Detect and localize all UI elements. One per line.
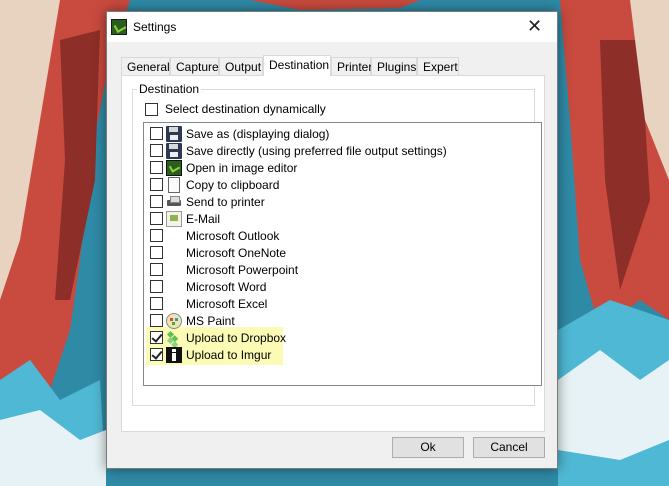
cancel-button[interactable]: Cancel <box>473 437 545 458</box>
checkbox[interactable] <box>150 297 163 310</box>
list-item-label: Send to printer <box>186 194 265 209</box>
group-legend: Destination <box>137 82 202 96</box>
checkbox-checked[interactable] <box>150 331 163 344</box>
select-destination-dynamically-checkbox[interactable] <box>145 102 158 116</box>
dropbox-icon <box>166 330 182 346</box>
destination-group: Destination Select destination dynamical… <box>132 82 542 406</box>
list-item-label: Save directly (using preferred file outp… <box>186 143 447 158</box>
clipboard-icon <box>168 176 180 193</box>
tab-expert[interactable]: Expert <box>417 57 459 75</box>
list-item-label: Microsoft Word <box>186 279 267 294</box>
tab-capture[interactable]: Capture <box>170 57 219 75</box>
checkbox[interactable] <box>150 127 163 140</box>
floppy-icon <box>166 142 182 159</box>
list-item-label: Copy to clipboard <box>186 177 280 192</box>
destination-tab-panel: Destination Select destination dynamical… <box>121 75 545 432</box>
list-item-image-editor[interactable]: Open in image editor <box>150 159 299 176</box>
select-destination-dynamically-option[interactable]: Select destination dynamically <box>145 102 326 116</box>
list-item-word[interactable]: Microsoft Word <box>150 278 268 295</box>
list-item-email[interactable]: E-Mail <box>150 210 222 227</box>
paint-icon <box>166 312 182 329</box>
checkbox[interactable] <box>150 314 163 327</box>
list-item-label: Upload to Imgur <box>186 347 272 362</box>
list-item-label: Microsoft Outlook <box>186 228 280 243</box>
checkbox[interactable] <box>150 144 163 157</box>
list-item-excel[interactable]: Microsoft Excel <box>150 295 269 312</box>
list-item-imgur[interactable]: Upload to Imgur <box>150 346 273 363</box>
list-item-label: Open in image editor <box>186 160 298 175</box>
list-item-label: Microsoft Powerpoint <box>186 262 299 277</box>
image-editor-icon <box>166 159 182 176</box>
checkbox[interactable] <box>150 161 163 174</box>
blank-icon <box>166 279 182 295</box>
list-item-label: Upload to Dropbox <box>186 330 287 345</box>
imgur-icon <box>166 346 182 363</box>
greenshot-icon <box>111 19 127 35</box>
list-item-dropbox[interactable]: Upload to Dropbox <box>150 329 288 346</box>
list-item-ms-paint[interactable]: MS Paint <box>150 312 237 329</box>
list-item-outlook[interactable]: Microsoft Outlook <box>150 227 281 244</box>
list-item-label: MS Paint <box>186 313 235 328</box>
floppy-icon <box>166 125 182 142</box>
list-item-label: Microsoft Excel <box>186 296 268 311</box>
select-destination-dynamically-label: Select destination dynamically <box>165 102 326 116</box>
tab-destination[interactable]: Destination <box>263 55 331 76</box>
tab-printer[interactable]: Printer <box>331 57 372 75</box>
ok-button[interactable]: Ok <box>392 437 464 458</box>
list-item-onenote[interactable]: Microsoft OneNote <box>150 244 288 261</box>
list-item-save-as[interactable]: Save as (displaying dialog) <box>150 125 331 142</box>
dialog-title: Settings <box>133 20 177 34</box>
checkbox[interactable] <box>150 212 163 225</box>
blank-icon <box>166 296 182 312</box>
email-icon <box>166 210 182 227</box>
list-item-save-directly[interactable]: Save directly (using preferred file outp… <box>150 142 449 159</box>
checkbox[interactable] <box>150 246 163 259</box>
tab-output[interactable]: Output <box>219 57 263 75</box>
blank-icon <box>166 228 182 244</box>
blank-icon <box>166 245 182 261</box>
checkbox[interactable] <box>150 280 163 293</box>
checkbox[interactable] <box>150 229 163 242</box>
list-item-label: E-Mail <box>186 211 221 226</box>
close-button[interactable]: ✕ <box>512 12 557 42</box>
checkbox[interactable] <box>150 263 163 276</box>
destination-list[interactable]: Save as (displaying dialog) Save directl… <box>143 122 542 386</box>
checkbox-checked[interactable] <box>150 348 163 361</box>
blank-icon <box>166 262 182 278</box>
list-item-powerpoint[interactable]: Microsoft Powerpoint <box>150 261 300 278</box>
title-bar[interactable]: Settings ✕ <box>107 12 557 42</box>
printer-icon <box>166 194 182 210</box>
tab-general[interactable]: General <box>121 57 170 75</box>
list-item-printer[interactable]: Send to printer <box>150 193 267 210</box>
settings-dialog: Settings ✕ General Capture Output Destin… <box>106 11 558 469</box>
list-item-label: Microsoft OneNote <box>186 245 287 260</box>
checkbox[interactable] <box>150 178 163 191</box>
checkbox[interactable] <box>150 195 163 208</box>
list-item-clipboard[interactable]: Copy to clipboard <box>150 176 281 193</box>
list-item-label: Save as (displaying dialog) <box>186 126 330 141</box>
tab-plugins[interactable]: Plugins <box>371 57 417 75</box>
